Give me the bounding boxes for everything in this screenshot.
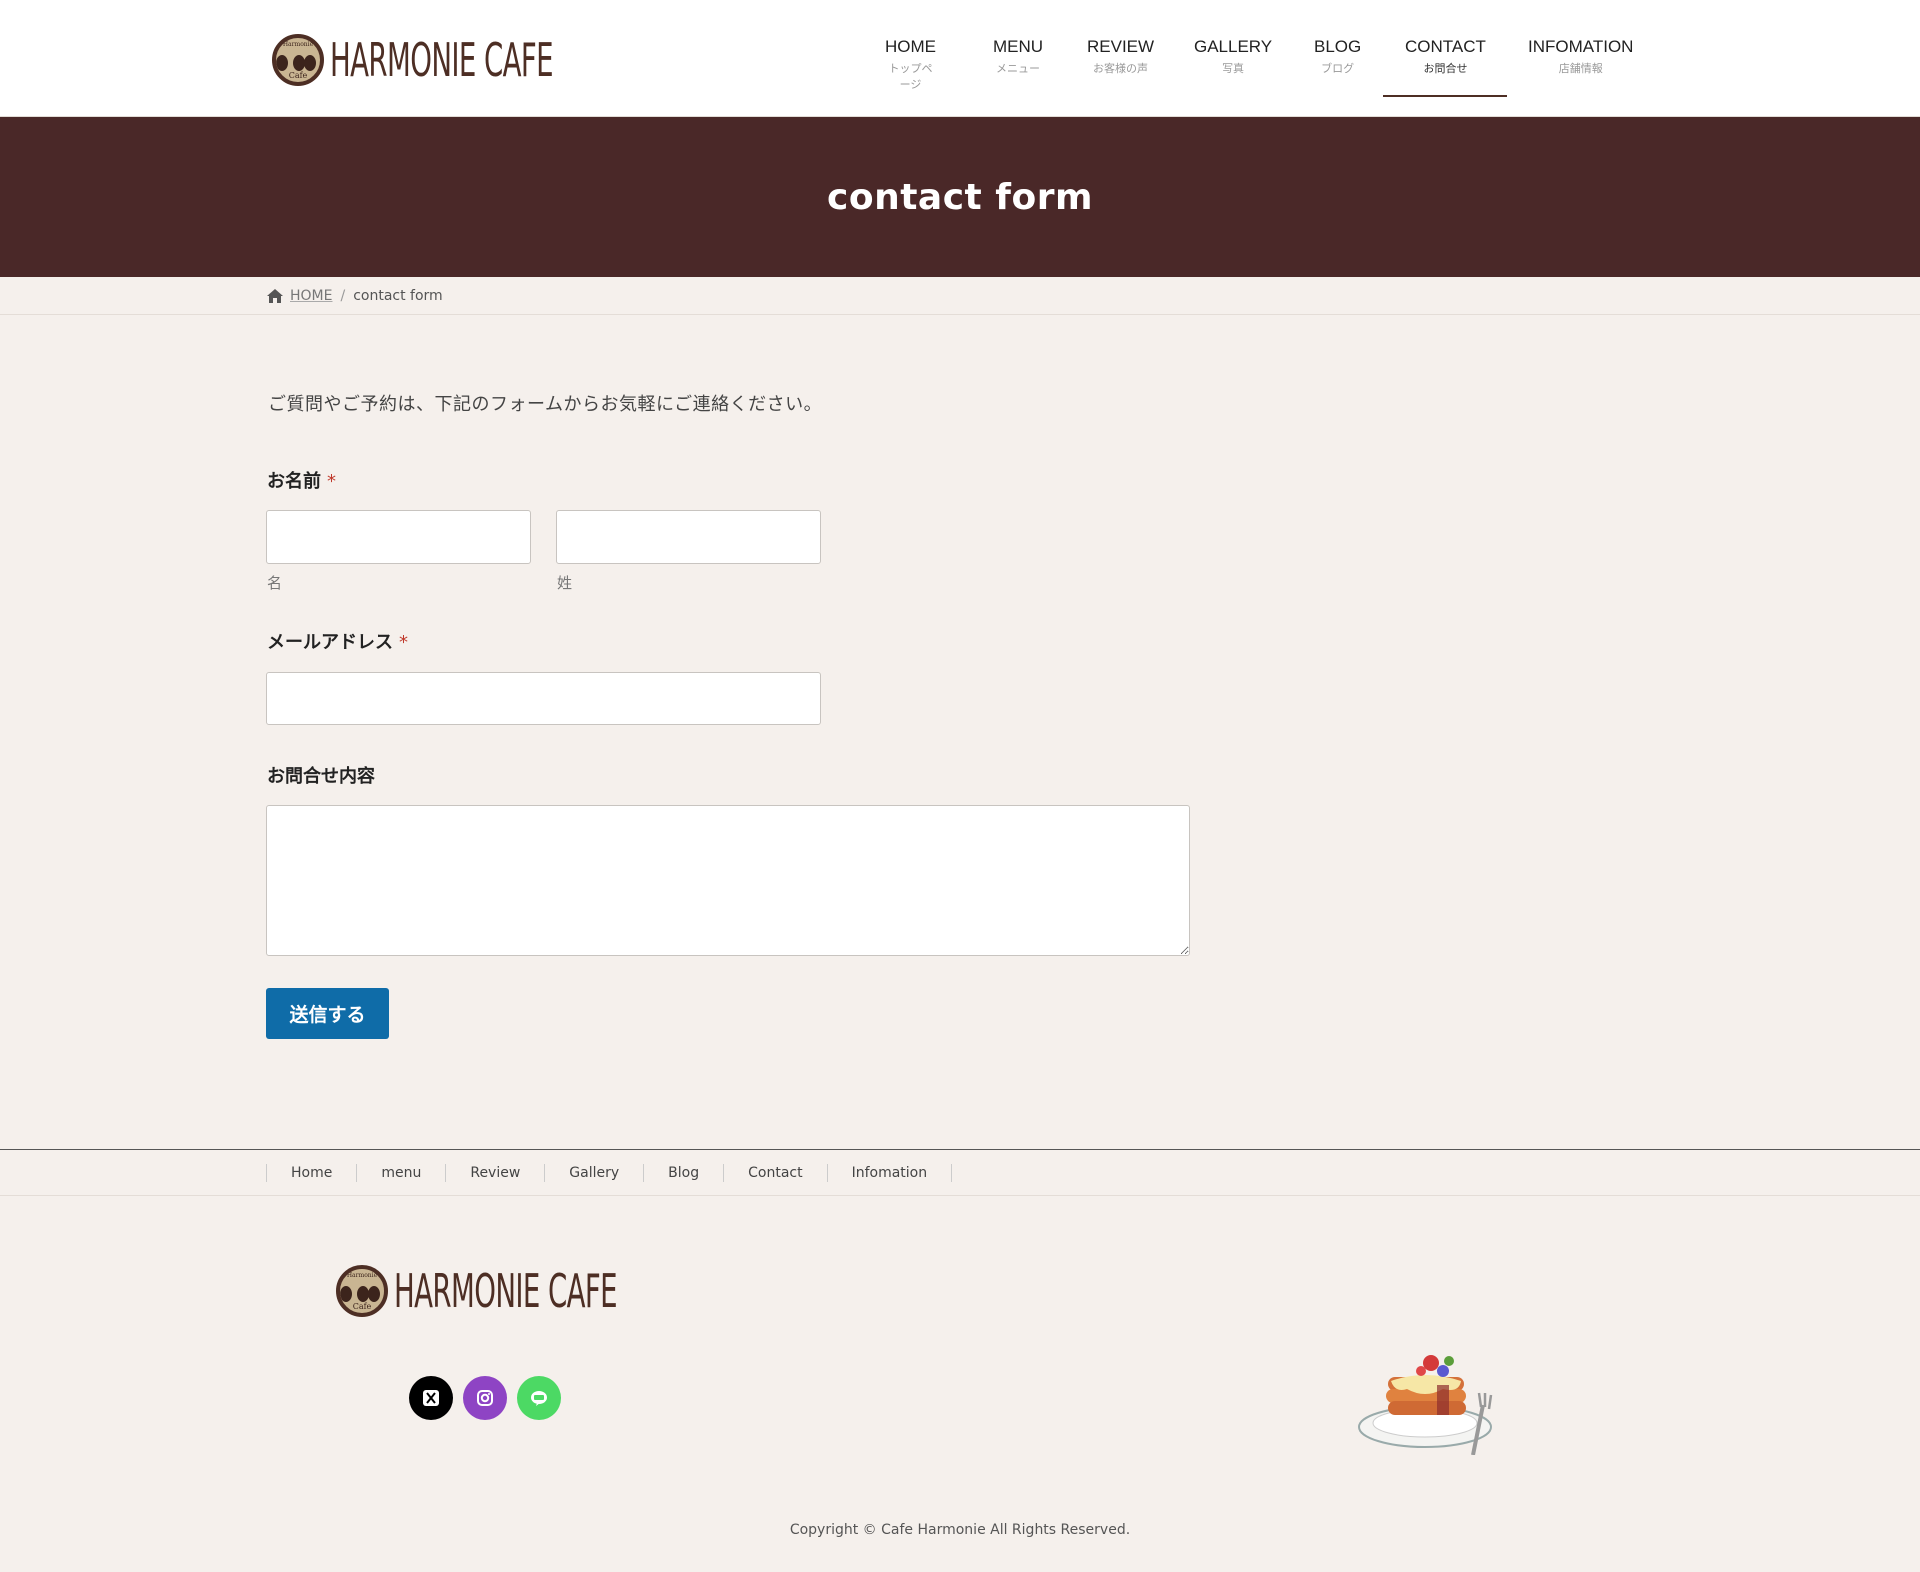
nav-label: INFOMATION [1528,37,1634,56]
nav-item-menu[interactable]: MENU メニュー [993,37,1043,76]
line-icon [531,1391,547,1406]
pancake-illustration [1358,1355,1493,1455]
message-label: お問合せ内容 [267,762,375,788]
x-social-link[interactable] [409,1376,453,1420]
required-mark: * [399,632,408,653]
home-icon [267,289,283,303]
message-textarea[interactable] [266,805,1190,956]
nav-sublabel: ブログ [1321,62,1355,75]
site-header: Harmonie Cafe HARMONIE CAFE HOME トップページ … [0,0,1920,117]
instagram-social-link[interactable] [463,1376,507,1420]
nav-sublabel: お問合せ [1423,62,1468,75]
footer-nav-home[interactable]: Home [266,1164,356,1182]
coffee-bean-logo-icon: Harmonie Cafe [336,1265,388,1317]
logo-badge-top-text: Harmonie [346,1272,378,1279]
breadcrumb-bar: HOME / contact form [0,277,1920,315]
active-nav-indicator [1383,95,1507,97]
breadcrumb-separator: / [340,288,346,304]
breadcrumb-home-link[interactable]: HOME [290,288,332,304]
instagram-icon [477,1390,493,1406]
coffee-bean-logo-icon: Harmonie Cafe [272,34,324,86]
x-icon [423,1390,439,1406]
footer-logo-text: HARMONIE CAFE [394,1264,618,1318]
nav-item-home[interactable]: HOME トップページ [885,37,936,92]
required-mark: * [327,471,336,492]
footer-nav-gallery[interactable]: Gallery [544,1164,643,1182]
last-name-input[interactable] [556,510,821,564]
message-label-text: お問合せ内容 [267,766,375,787]
nav-sublabel: 店舗情報 [1558,62,1603,75]
footer-nav-menu[interactable]: menu [356,1164,445,1182]
form-intro-text: ご質問やご予約は、下記のフォームからお気軽にご連絡ください。 [268,394,823,415]
last-name-sublabel: 姓 [557,574,573,592]
nav-sublabel: 写真 [1222,62,1245,75]
logo-badge-bottom-text: Cafe [288,71,308,80]
nav-item-blog[interactable]: BLOG ブログ [1314,37,1361,76]
name-label-text: お名前 [267,471,321,492]
nav-item-review[interactable]: REVIEW お客様の声 [1087,37,1154,76]
footer-logo[interactable]: Harmonie Cafe HARMONIE CAFE [336,1264,766,1318]
footer-nav-contact[interactable]: Contact [723,1164,826,1182]
nav-label: CONTACT [1405,37,1486,56]
nav-item-gallery[interactable]: GALLERY 写真 [1194,37,1272,76]
nav-label: BLOG [1314,37,1362,56]
email-input[interactable] [266,672,821,725]
first-name-sublabel: 名 [267,574,283,592]
email-label: メールアドレス * [267,628,408,654]
name-label: お名前 * [267,467,336,493]
site-logo[interactable]: Harmonie Cafe HARMONIE CAFE [272,30,702,90]
nav-sublabel: トップページ [888,62,933,91]
nav-sublabel: メニュー [996,62,1041,75]
logo-badge-top-text: Harmonie [282,41,314,48]
logo-badge-bottom-text: Cafe [352,1302,372,1311]
nav-item-infomation[interactable]: INFOMATION 店舗情報 [1528,37,1633,76]
email-label-text: メールアドレス [267,632,393,653]
breadcrumb-current: contact form [353,288,443,304]
submit-button[interactable]: 送信する [266,988,389,1039]
nav-label: REVIEW [1087,37,1155,56]
line-social-link[interactable] [517,1376,561,1420]
breadcrumb: HOME / contact form [266,288,443,304]
page-title: contact form [827,176,1093,218]
footer-nav-review[interactable]: Review [445,1164,544,1182]
copyright-text: Copyright © Cafe Harmonie All Rights Res… [789,1522,1131,1538]
nav-sublabel: お客様の声 [1093,62,1149,75]
footer-nav-blog[interactable]: Blog [643,1164,723,1182]
footer-nav-bar: Home menu Review Gallery Blog Contact In… [0,1150,1920,1196]
logo-text: HARMONIE CAFE [330,33,554,87]
first-name-input[interactable] [266,510,531,564]
footer-nav-infomation[interactable]: Infomation [826,1164,953,1182]
footer-nav: Home menu Review Gallery Blog Contact In… [266,1164,953,1182]
nav-label: HOME [885,37,936,56]
nav-label: MENU [993,37,1044,56]
page-title-banner: contact form [0,117,1920,277]
nav-item-contact[interactable]: CONTACT お問合せ [1405,37,1486,76]
nav-label: GALLERY [1194,37,1273,56]
